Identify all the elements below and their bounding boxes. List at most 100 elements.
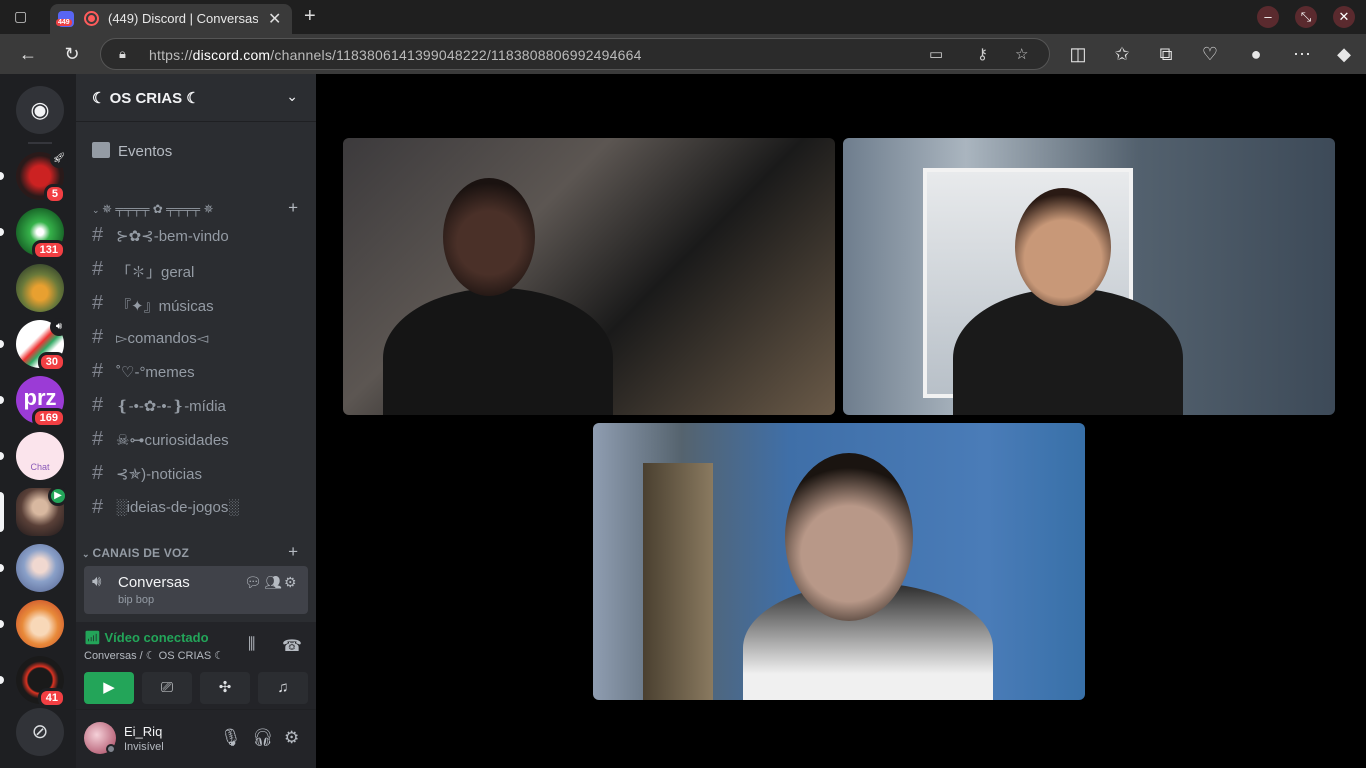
channel-name: ▻comandos◅	[116, 330, 209, 347]
server-item-10[interactable]: 41	[0, 656, 66, 708]
new-tab-icon[interactable]: +	[304, 5, 316, 28]
channel-sidebar: ☾ OS CRIAS ☾ ⌄ Eventos ⌄ ✵ ╤╤╤╤ ✿ ╤╤╤╤ ✵…	[76, 74, 316, 768]
restore-button[interactable]: ⤡	[1295, 6, 1317, 28]
more-menu-icon[interactable]: ⋯	[1290, 42, 1314, 66]
lock-icon[interactable]: 🔒︎	[119, 46, 126, 62]
channel-item[interactable]: # 『✦』músicas	[84, 288, 308, 320]
video-call-stage	[316, 74, 1366, 768]
participant-video	[383, 288, 613, 415]
unread-pill	[0, 172, 4, 180]
channel-item[interactable]: # 「✽」geral	[84, 254, 308, 286]
server-item-1[interactable]: 🚀︎ 5	[0, 150, 68, 204]
browser-essentials-icon[interactable]: ♡	[1198, 42, 1222, 66]
video-tile[interactable]	[843, 138, 1335, 415]
favorite-star-icon[interactable]: ☆	[1015, 45, 1028, 63]
profile-avatar-icon[interactable]: ●	[1244, 42, 1268, 66]
server-rail: ◉ 🚀︎ 5 131 🔊︎ 30 prz 169 Chat ▶ 41 ⊘	[0, 74, 76, 768]
speaker-icon: 🔊︎	[50, 318, 68, 336]
door-background	[643, 463, 713, 700]
server-item-3[interactable]	[16, 264, 64, 312]
soundboard-button[interactable]: ♫	[258, 672, 308, 704]
selected-pill	[0, 492, 4, 532]
direct-messages-button[interactable]: ◉	[16, 86, 64, 134]
key-icon[interactable]: ⚷	[977, 45, 988, 63]
explore-servers-button[interactable]: ⊘	[16, 708, 64, 756]
tab-close-icon[interactable]: ✕	[268, 9, 281, 29]
channel-item[interactable]: # ▻comandos◅	[84, 322, 308, 354]
copilot-icon[interactable]: ◆	[1332, 42, 1356, 66]
server-item-4[interactable]: 🔊︎ 30	[0, 318, 68, 372]
browser-tab-discord[interactable]: 449 (449) Discord | Conversas | ☾ OS CRI…	[50, 4, 292, 34]
server-item-9[interactable]	[0, 600, 64, 648]
voice-category-header[interactable]: ⌄ CANAIS DE VOZ	[82, 546, 189, 560]
hash-icon: #	[92, 428, 104, 450]
url-text[interactable]: https://discord.com/channels/11838061413…	[149, 47, 642, 63]
server-item-chat[interactable]: Chat	[0, 432, 64, 480]
gear-icon[interactable]: ⚙	[284, 728, 299, 748]
noise-suppression-icon[interactable]: ⫼	[248, 636, 255, 654]
rail-divider	[28, 142, 52, 144]
channel-item[interactable]: # ❴-•-✿-•-❵-mídia	[84, 390, 308, 422]
server-3-icon	[16, 264, 64, 312]
chevron-down-icon[interactable]: ⌄	[286, 88, 298, 105]
server-item-7[interactable]: ▶	[0, 486, 68, 536]
create-voice-channel-icon[interactable]: +	[288, 542, 298, 562]
unread-pill	[0, 396, 4, 404]
tab-actions-icon[interactable]: ▢	[14, 8, 32, 26]
hash-icon: #	[92, 360, 104, 382]
collections-icon[interactable]: ⧉	[1154, 42, 1178, 66]
channel-item[interactable]: # ⊰✯)-noticias	[84, 458, 308, 490]
mention-badge: 169	[31, 408, 66, 428]
share-screen-button[interactable]: ⎚	[142, 672, 192, 704]
channel-item[interactable]: # ░ideias-de-jogos░	[84, 492, 308, 524]
create-channel-icon[interactable]: +	[288, 198, 298, 218]
close-window-button[interactable]: ✕	[1333, 6, 1355, 28]
participant-face	[443, 178, 535, 296]
split-screen-icon[interactable]: ◫	[1066, 42, 1090, 66]
camera-in-use-icon[interactable]: ▭	[929, 45, 943, 63]
connection-channel-link[interactable]: Conversas / ☾ OS CRIAS ☾	[84, 649, 224, 662]
headphones-icon[interactable]: 🎧︎	[252, 728, 274, 748]
address-bar[interactable]: 🔒︎ https://discord.com/channels/11838061…	[100, 38, 1050, 70]
speaker-icon: 🔊︎	[92, 573, 102, 590]
channel-item[interactable]: # ˚♡-°memes	[84, 356, 308, 388]
chevron-down-icon: ⌄	[82, 549, 93, 559]
favorites-icon[interactable]: ✩	[1110, 42, 1134, 66]
channel-name: ⊰✯)-noticias	[116, 466, 202, 483]
guild-name: ☾ OS CRIAS ☾	[92, 90, 200, 107]
compass-icon: ⊘	[16, 708, 64, 756]
events-link[interactable]: Eventos	[84, 136, 308, 168]
server-item-2[interactable]: 131	[0, 208, 66, 260]
mention-badge: 41	[37, 688, 66, 708]
refresh-icon[interactable]: ↻	[60, 42, 84, 66]
voice-channel-conversas[interactable]: 🔊︎ Conversas bip bop 💬︎ 👥︎ ⚙	[84, 566, 308, 614]
unread-pill	[0, 564, 4, 572]
hash-icon: #	[92, 326, 104, 348]
video-tile[interactable]	[343, 138, 835, 415]
chat-bubble-icon[interactable]: 💬︎	[244, 574, 262, 591]
back-icon[interactable]: ←	[16, 42, 40, 66]
activities-button[interactable]: ✣	[200, 672, 250, 704]
username[interactable]: Ei_Riq	[124, 724, 162, 739]
invite-icon[interactable]: 👥︎	[264, 574, 282, 591]
video-active-icon: ▶	[48, 486, 68, 506]
camera-button[interactable]: ▶	[84, 672, 134, 704]
disconnect-icon[interactable]: ☎	[282, 636, 302, 656]
channel-item[interactable]: # ☠⊶curiosidades	[84, 424, 308, 456]
server-item-prz[interactable]: prz 169	[0, 376, 66, 428]
guild-header[interactable]: ☾ OS CRIAS ☾ ⌄	[76, 74, 316, 122]
server-item-8[interactable]	[0, 544, 64, 592]
category-name: ✵ ╤╤╤╤ ✿ ╤╤╤╤ ✵	[102, 202, 214, 216]
gear-icon[interactable]: ⚙	[284, 574, 297, 591]
chat-logo: Chat	[16, 432, 64, 480]
minimize-button[interactable]: –	[1257, 6, 1279, 28]
calendar-icon	[92, 142, 110, 158]
status-indicator	[106, 744, 116, 754]
connection-status[interactable]: 📶︎ Vídeo conectado	[84, 630, 209, 646]
server-9-icon	[16, 600, 64, 648]
channel-item[interactable]: # ⊱✿⊰-bem-vindo	[84, 220, 308, 252]
text-category-header[interactable]: ⌄ ✵ ╤╤╤╤ ✿ ╤╤╤╤ ✵	[92, 202, 214, 216]
connection-title: Vídeo conectado	[104, 630, 209, 645]
microphone-icon[interactable]: 🎙︎	[220, 728, 242, 748]
video-tile[interactable]	[593, 423, 1085, 700]
